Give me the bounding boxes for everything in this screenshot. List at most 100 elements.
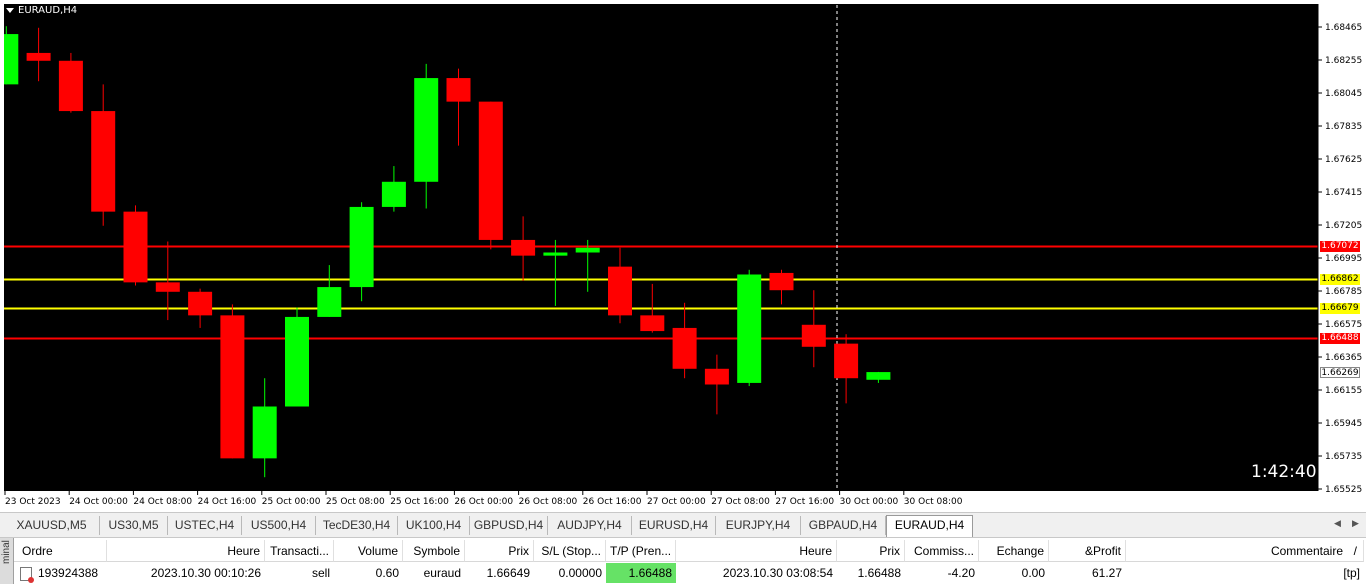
column-header[interactable]: T/P (Pren...: [606, 540, 676, 562]
time-tick-label: 26 Oct 16:00: [583, 497, 642, 507]
history-header-row: Ordre Heure Transacti... Volume Symbole Prix S…: [14, 540, 1366, 562]
terminal-panel: minal Ordre Heure Transacti... Volume Symbol…: [0, 538, 1366, 584]
column-header[interactable]: &Profit: [1049, 540, 1126, 562]
table-cell: 0.60: [375, 566, 399, 580]
candle-timer: 1:42:40: [1251, 462, 1317, 482]
table-cell: 0.00000: [558, 566, 602, 580]
time-tick-label: 23 Oct 2023: [5, 497, 61, 507]
level-price-label: 1.66488: [1320, 333, 1360, 344]
tab-tecde30-h4[interactable]: TecDE30,H4: [316, 516, 398, 535]
table-cell: 193924388: [14, 563, 107, 583]
price-tick-label: 1.66575: [1325, 320, 1362, 330]
chart-window[interactable]: 1.68465 1.68255 1.68045 1.67835 1.67625 1.674…: [0, 0, 1366, 512]
candle-body: [91, 111, 116, 212]
price-tick-label: 1.67835: [1325, 122, 1362, 132]
candle-body: [317, 287, 342, 317]
order-closed-icon: [20, 566, 34, 583]
table-cell: euraud: [423, 566, 461, 580]
price-tick-label: 1.66365: [1325, 353, 1362, 363]
price-tick-label: 1.65945: [1325, 419, 1362, 429]
tab-eurusd-h4[interactable]: EURUSD,H4: [632, 516, 716, 535]
table-cell: 1.66488: [606, 563, 676, 583]
column-header[interactable]: Commentaire /: [1126, 540, 1364, 562]
candle-body: [381, 181, 406, 207]
time-tick-label: 27 Oct 16:00: [775, 497, 834, 507]
price-tick-label: 1.65525: [1325, 485, 1362, 495]
chart-tabs-bar: XAUUSD,M5 US30,M5 USTEC,H4 US500,H4 TecDE30,…: [0, 512, 1366, 538]
column-header[interactable]: Echange: [979, 540, 1049, 562]
column-header[interactable]: Prix: [465, 540, 534, 562]
column-header[interactable]: Ordre: [14, 540, 107, 562]
candle-body: [446, 78, 471, 102]
price-tick-label: 1.66155: [1325, 386, 1362, 396]
tab-euraud-h4[interactable]: EURAUD,H4: [886, 515, 973, 537]
price-tick-label: 1.67415: [1325, 188, 1362, 198]
order-id: 193924388: [38, 566, 99, 580]
time-tick-label: 27 Oct 08:00: [711, 497, 770, 507]
candle-body: [252, 406, 277, 459]
candle-body: [123, 211, 148, 283]
price-tick-label: 1.67625: [1325, 155, 1362, 165]
column-header[interactable]: Symbole: [403, 540, 465, 562]
candle-body: [511, 239, 536, 256]
candle-body: [834, 343, 859, 379]
chevron-down-icon[interactable]: [6, 8, 14, 13]
chevron-right-icon[interactable]: ▶: [1352, 518, 1359, 529]
level-price-label: 1.66862: [1320, 274, 1360, 285]
candle-body: [704, 368, 729, 385]
table-cell: 1.66649: [486, 566, 530, 580]
column-header[interactable]: Volume: [334, 540, 403, 562]
column-header[interactable]: Heure: [676, 540, 837, 562]
candle-body: [188, 291, 213, 316]
price-tick-label: 1.68045: [1325, 89, 1362, 99]
price-tick-label: 1.66785: [1325, 287, 1362, 297]
price-tick-label: 1.66995: [1325, 254, 1362, 264]
time-tick-label: 26 Oct 08:00: [519, 497, 578, 507]
time-tick-label: 24 Oct 00:00: [69, 497, 128, 507]
candle-body: [4, 34, 19, 85]
tab-gbpaud-h4[interactable]: GBPAUD,H4: [801, 516, 886, 535]
table-cell: [tp]: [1343, 566, 1360, 580]
tab-ustec-h4[interactable]: USTEC,H4: [168, 516, 242, 535]
price-chart[interactable]: 1.68465 1.68255 1.68045 1.67835 1.67625 1.674…: [0, 0, 1366, 512]
level-price-label: 1.67072: [1320, 241, 1360, 252]
time-tick-label: 25 Oct 16:00: [390, 497, 449, 507]
terminal-side-tab[interactable]: minal: [0, 538, 14, 584]
tab-us500-h4[interactable]: US500,H4: [242, 516, 316, 535]
table-row[interactable]: 193924388 2023.10.30 00:10:26 sell 0.60 eura…: [14, 563, 1366, 583]
chart-title[interactable]: EURAUD,H4: [6, 5, 77, 16]
time-tick-label: 26 Oct 00:00: [454, 497, 513, 507]
candle-body: [285, 316, 309, 407]
column-header[interactable]: Transacti...: [265, 540, 334, 562]
tab-xauusd-m5[interactable]: XAUUSD,M5: [4, 516, 100, 535]
time-tick-label: 27 Oct 00:00: [647, 497, 706, 507]
chevron-left-icon[interactable]: ◀: [1334, 518, 1341, 529]
time-tick-label: 24 Oct 08:00: [133, 497, 192, 507]
sort-marker: /: [1353, 544, 1357, 558]
column-header[interactable]: Heure: [107, 540, 265, 562]
table-cell: 0.00: [1021, 566, 1045, 580]
terminal-side-label: minal: [1, 540, 12, 564]
current-price-label: 1.66269: [1320, 367, 1360, 378]
time-tick-label: 25 Oct 08:00: [326, 497, 385, 507]
table-cell: 2023.10.30 03:08:54: [722, 566, 833, 580]
chart-title-text: EURAUD,H4: [18, 5, 78, 16]
candle-body: [866, 372, 891, 380]
price-tick-label: 1.68255: [1325, 56, 1362, 66]
column-header[interactable]: Commiss...: [905, 540, 979, 562]
level-price-label: 1.66679: [1320, 303, 1360, 314]
table-cell: -4.20: [947, 566, 975, 580]
tab-audjpy-h4[interactable]: AUDJPY,H4: [548, 516, 632, 535]
time-tick-label: 25 Oct 00:00: [262, 497, 321, 507]
column-header[interactable]: Prix: [837, 540, 905, 562]
candle-body: [801, 324, 826, 347]
price-tick-label: 1.68465: [1325, 23, 1362, 33]
tab-gbpusd-h4[interactable]: GBPUSD,H4: [470, 516, 548, 535]
table-cell: 1.66488: [857, 566, 901, 580]
tab-us30-m5[interactable]: US30,M5: [100, 516, 168, 535]
column-header[interactable]: S/L (Stop...: [534, 540, 606, 562]
price-tick-label: 1.65735: [1325, 452, 1362, 462]
tab-eurjpy-h4[interactable]: EURJPY,H4: [716, 516, 801, 535]
tab-uk100-h4[interactable]: UK100,H4: [398, 516, 470, 535]
candle-body: [737, 274, 762, 383]
